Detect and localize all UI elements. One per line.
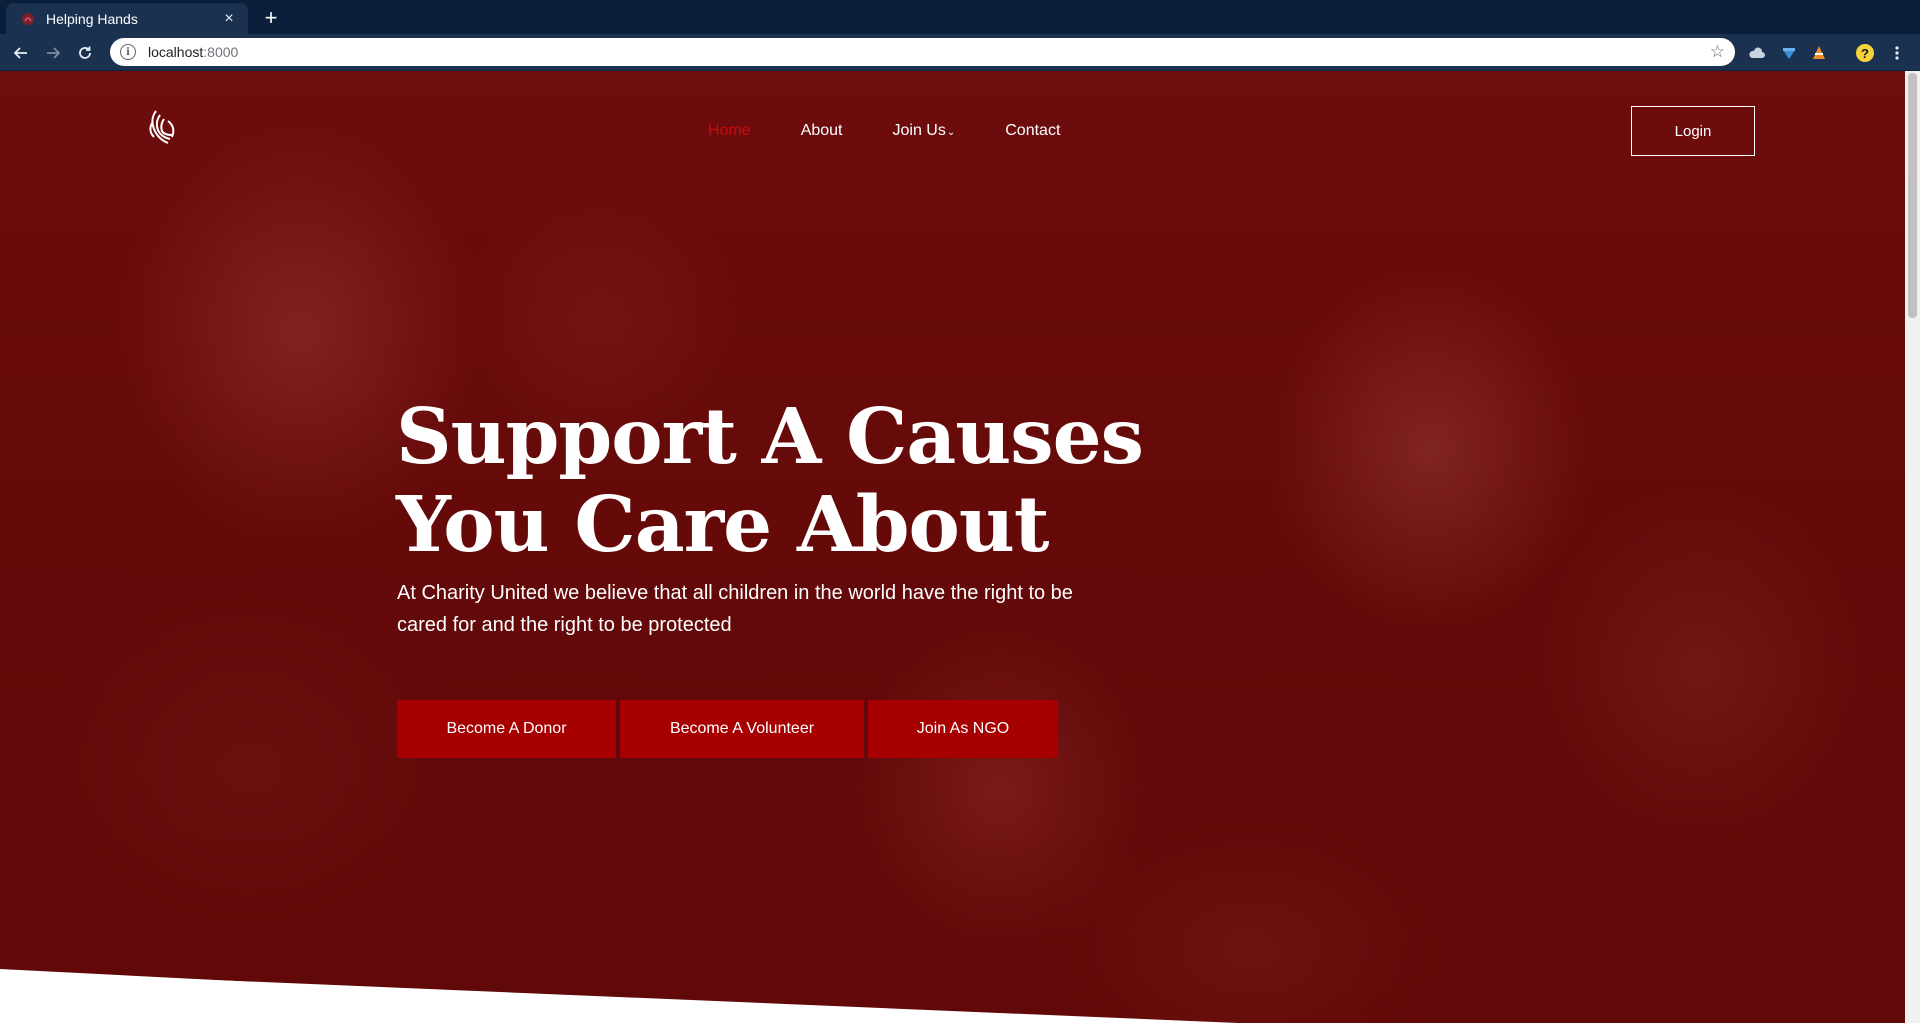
url-text[interactable]: localhost:8000 bbox=[148, 44, 1710, 60]
page-viewport: Home About Join Us⌄ Contact Login Suppor… bbox=[0, 71, 1905, 1023]
help-extension-icon[interactable]: ? bbox=[1854, 42, 1876, 64]
site-logo[interactable] bbox=[146, 107, 180, 147]
back-arrow-icon[interactable] bbox=[9, 41, 33, 65]
nav-home-link[interactable]: Home bbox=[708, 122, 751, 140]
site-navigation: Home About Join Us⌄ Contact bbox=[708, 119, 1110, 143]
hero-subtitle: At Charity United we believe that all ch… bbox=[397, 582, 1073, 636]
tab-close-icon[interactable]: × bbox=[220, 10, 238, 28]
nav-about-link[interactable]: About bbox=[801, 122, 843, 140]
extension-shield-icon[interactable] bbox=[1778, 42, 1800, 64]
site-info-icon[interactable]: i bbox=[120, 44, 136, 60]
site-favicon-icon bbox=[20, 11, 36, 27]
chevron-down-icon: ⌄ bbox=[946, 127, 956, 138]
nav-contact-link[interactable]: Contact bbox=[1005, 122, 1060, 140]
forward-arrow-icon[interactable] bbox=[41, 41, 65, 65]
browser-tab-strip: Helping Hands × + bbox=[0, 0, 1920, 34]
page-scrollbar[interactable] bbox=[1905, 71, 1920, 1023]
hero-title: Support A Causes You Care About bbox=[396, 393, 1176, 569]
hero-title-line-1: Support A Causes bbox=[396, 392, 1144, 482]
cta-button-group: Become A Donor Become A Volunteer Join A… bbox=[397, 700, 1062, 758]
new-tab-button[interactable]: + bbox=[258, 5, 284, 31]
nav-join-us-dropdown[interactable]: Join Us⌄ bbox=[893, 122, 956, 140]
extension-cone-icon[interactable] bbox=[1808, 42, 1830, 64]
svg-text:?: ? bbox=[1861, 46, 1869, 61]
become-volunteer-button[interactable]: Become A Volunteer bbox=[620, 700, 864, 758]
address-bar[interactable]: i localhost:8000 ☆ bbox=[110, 38, 1735, 66]
browser-toolbar: i localhost:8000 ☆ ? bbox=[0, 34, 1920, 71]
browser-menu-icon[interactable] bbox=[1886, 42, 1908, 64]
join-as-ngo-button[interactable]: Join As NGO bbox=[868, 700, 1058, 758]
hero-title-line-2: You Care About bbox=[396, 480, 1049, 570]
extension-cloud-icon[interactable] bbox=[1746, 42, 1768, 64]
browser-tab[interactable]: Helping Hands × bbox=[6, 3, 248, 34]
reload-icon[interactable] bbox=[73, 41, 97, 65]
login-button[interactable]: Login bbox=[1631, 106, 1755, 156]
scrollbar-thumb[interactable] bbox=[1908, 73, 1917, 318]
tab-title: Helping Hands bbox=[46, 10, 138, 27]
nav-join-us-label: Join Us bbox=[892, 122, 946, 139]
become-donor-button[interactable]: Become A Donor bbox=[397, 700, 616, 758]
bookmark-star-icon[interactable]: ☆ bbox=[1710, 42, 1725, 62]
